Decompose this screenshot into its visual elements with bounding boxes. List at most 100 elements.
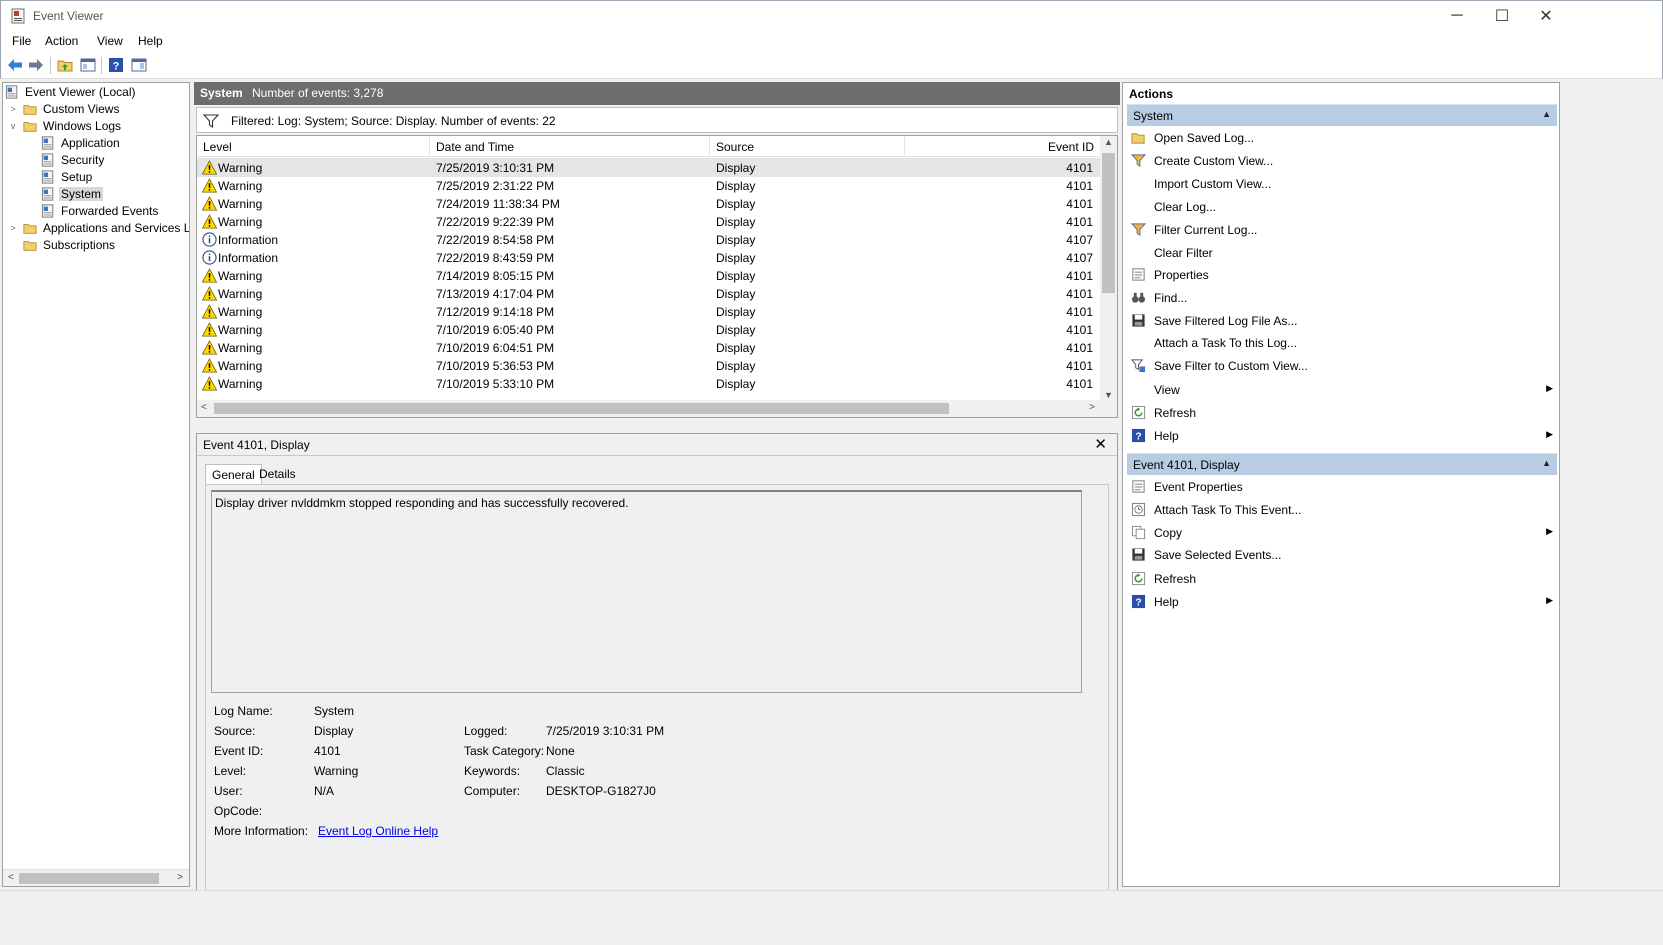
back-arrow-icon[interactable] [6,56,24,74]
save-disk-icon [1132,548,1145,561]
column-source[interactable]: Source [716,140,754,154]
event-action-event-properties[interactable]: Event Properties [1127,476,1557,498]
action-attach-a-task-to-this-log[interactable]: Attach a Task To this Log... [1127,332,1557,354]
close-detail-icon[interactable]: ✕ [1094,435,1107,453]
event-row[interactable]: Warning 7/10/2019 6:05:40 PM Display 4101 [197,320,1102,339]
tree-item-root[interactable]: Event Viewer (Local) [5,83,138,100]
event-row[interactable]: Warning 7/14/2019 8:05:15 PM Display 4101 [197,266,1102,285]
tree-item-windows-logs[interactable]: v Windows Logs [7,117,123,134]
tree-item-setup[interactable]: Setup [41,168,94,185]
event-action-attach-task-to-this-event[interactable]: Attach Task To This Event... [1127,499,1557,521]
action-filter-current-log[interactable]: Filter Current Log... [1127,219,1557,241]
column-level[interactable]: Level [203,140,232,154]
cell-date-time: 7/10/2019 6:05:40 PM [436,323,555,337]
title-bar: Event Viewer ─ ☐ ✕ [0,0,1663,30]
label-computer: Computer: [464,784,521,798]
tree-horizontal-scrollbar[interactable]: < > [3,869,189,886]
actions-group-system[interactable]: System ▲ [1127,104,1557,126]
event-row[interactable]: Warning 7/25/2019 2:31:22 PM Display 4101 [197,176,1102,195]
action-properties[interactable]: Properties [1127,264,1557,286]
warning-icon [202,178,217,193]
menu-help[interactable]: Help [138,34,163,48]
event-action-refresh[interactable]: Refresh [1127,568,1557,590]
event-row[interactable]: Warning 7/25/2019 3:10:31 PM Display 4101 [197,158,1102,177]
cell-level: Warning [218,215,263,229]
up-folder-icon[interactable] [56,56,74,74]
column-date-time[interactable]: Date and Time [436,140,514,154]
tree-item-application[interactable]: Application [41,134,122,151]
action-import-custom-view[interactable]: Import Custom View... [1127,173,1557,195]
event-action-copy[interactable]: Copy ▶ [1127,522,1557,544]
forward-arrow-icon[interactable] [27,56,45,74]
action-refresh[interactable]: Refresh [1127,402,1557,424]
tree-item-custom-views[interactable]: > Custom Views [7,100,121,117]
action-save-filter-to-custom-view[interactable]: Save Filter to Custom View... [1127,355,1557,377]
event-row[interactable]: Warning 7/10/2019 5:36:53 PM Display 4101 [197,356,1102,375]
expand-chevron-icon[interactable]: > [7,104,19,114]
value-user: N/A [314,784,335,798]
cell-level: Warning [218,287,263,301]
help-icon[interactable]: ? [107,56,125,74]
event-row[interactable]: Warning 7/13/2019 4:17:04 PM Display 4101 [197,284,1102,303]
event-action-save-selected-events[interactable]: Save Selected Events... [1127,544,1557,566]
grid-horizontal-scrollbar[interactable]: < > [197,400,1117,417]
action-save-filtered-log-file-as[interactable]: Save Filtered Log File As... [1127,310,1557,332]
svg-text:?: ? [1135,598,1141,609]
event-message-box[interactable]: Display driver nvlddmkm stopped respondi… [211,490,1082,693]
tree-scroll-thumb[interactable] [19,873,159,884]
event-row[interactable]: Warning 7/22/2019 9:22:39 PM Display 4101 [197,212,1102,231]
event-row[interactable]: Warning 7/12/2019 9:14:18 PM Display 4101 [197,302,1102,321]
log-icon [41,153,55,167]
tab-details[interactable]: Details [253,464,302,485]
action-open-saved-log[interactable]: Open Saved Log... [1127,127,1557,149]
menu-view[interactable]: View [97,34,123,48]
event-row[interactable]: Warning 7/24/2019 11:38:34 PM Display 4101 [197,194,1102,213]
collapse-caret-icon[interactable]: ▲ [1542,458,1551,468]
event-detail-pane: Event 4101, Display ✕ General Details Di… [196,433,1118,908]
menu-action[interactable]: Action [45,34,78,48]
grid-hscroll-thumb[interactable] [214,403,949,414]
value-computer: DESKTOP-G1827J0 [546,784,656,798]
warning-icon [202,160,217,175]
menu-file[interactable]: File [12,34,31,48]
scroll-up-icon[interactable]: ▲ [1104,137,1113,147]
grid-vscroll-thumb[interactable] [1102,153,1115,293]
column-event-id[interactable]: Event ID [1048,140,1094,154]
action-help[interactable]: ? Help ▶ [1127,425,1557,447]
action-clear-log[interactable]: Clear Log... [1127,196,1557,218]
event-row[interactable]: Information 7/22/2019 8:54:58 PM Display 41… [197,230,1102,249]
close-button[interactable]: ✕ [1523,1,1569,31]
expand-chevron-icon[interactable]: > [7,223,19,233]
action-find[interactable]: Find... [1127,287,1557,309]
collapse-caret-icon[interactable]: ▲ [1542,109,1551,119]
event-log-online-help-link[interactable]: Event Log Online Help [318,824,438,838]
maximize-button[interactable]: ☐ [1479,1,1525,31]
scroll-down-icon[interactable]: ▼ [1104,390,1113,400]
scroll-left-icon[interactable]: < [201,402,207,413]
action-label: Save Filtered Log File As... [1154,314,1298,328]
scroll-left-icon[interactable]: < [8,872,14,883]
window-title: Event Viewer [33,9,104,23]
minimize-button[interactable]: ─ [1434,1,1480,31]
show-action-pane-icon[interactable] [130,56,148,74]
action-view[interactable]: View ▶ [1127,379,1557,401]
scroll-right-icon[interactable]: > [177,872,183,883]
collapse-chevron-icon[interactable]: v [7,121,19,131]
event-row[interactable]: Information 7/22/2019 8:43:59 PM Display 41… [197,248,1102,267]
event-action-help[interactable]: ? Help ▶ [1127,591,1557,613]
tree-item-subscriptions[interactable]: Subscriptions [23,236,117,253]
show-hide-tree-icon[interactable] [79,56,97,74]
event-viewer-icon [5,85,19,99]
tree-item-security[interactable]: Security [41,151,106,168]
scroll-right-icon[interactable]: > [1089,402,1095,413]
tree-item-forwarded-events[interactable]: Forwarded Events [41,202,160,219]
action-create-custom-view[interactable]: Create Custom View... [1127,150,1557,172]
tree-item-system[interactable]: System [41,185,104,202]
action-clear-filter[interactable]: Clear Filter [1127,242,1557,264]
actions-group-event[interactable]: Event 4101, Display ▲ [1127,453,1557,475]
event-row[interactable]: Warning 7/10/2019 6:04:51 PM Display 4101 [197,338,1102,357]
tree-item-applications-services[interactable]: > Applications and Services Lo [7,219,189,236]
event-row[interactable]: Warning 7/10/2019 5:33:10 PM Display 4101 [197,374,1102,393]
label-more-information: More Information: [214,824,309,838]
grid-vertical-scrollbar[interactable]: ▲ ▼ [1100,136,1117,401]
